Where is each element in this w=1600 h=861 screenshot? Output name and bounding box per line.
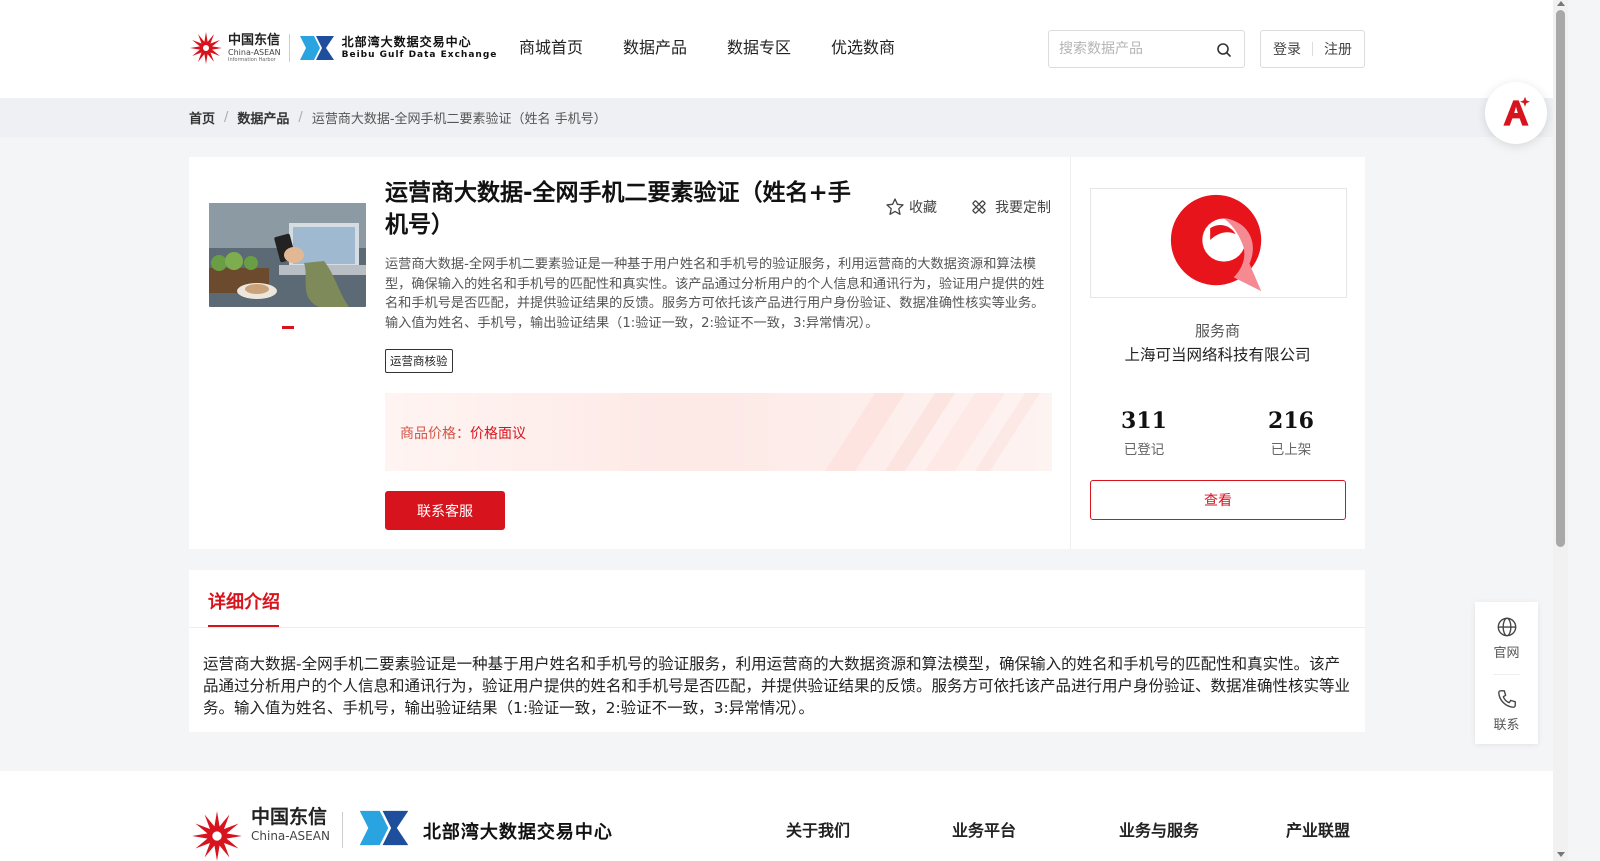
logo-exchange-text: 北部湾大数据交易中心 Beibu Gulf Data Exchange [342, 36, 498, 60]
side-float-panel: 官网 联系 [1475, 602, 1538, 744]
china-asean-logo-icon [188, 30, 224, 66]
stat-registered-value: 311 [1121, 408, 1167, 434]
logo-cn-text: 中国东信 China-ASEAN Information Harbor [228, 34, 281, 63]
provider-brand-icon [1170, 194, 1261, 292]
star-icon [886, 198, 904, 215]
breadcrumb-bar: 首页 / 数据产品 / 运营商大数据-全网手机二要素验证（姓名 手机号） [0, 98, 1553, 137]
footer-cn-sub: China-ASEAN [251, 829, 330, 843]
side-item-contact-label: 联系 [1493, 718, 1520, 733]
breadcrumb-current: 运营商大数据-全网手机二要素验证（姓名 手机号） [311, 112, 607, 127]
login-link[interactable]: 登录 [1273, 39, 1301, 59]
price-row: 商品价格：价格面议 [400, 423, 526, 443]
stat-registered: 311 已登记 [1084, 407, 1204, 458]
footer-link-services[interactable]: 业务与服务 [1119, 817, 1199, 841]
nav-item-data-products[interactable]: 数据产品 [623, 36, 687, 60]
logo-cn-name: 中国东信 [228, 32, 281, 48]
logo-divider [288, 34, 290, 62]
tab-detail-intro[interactable]: 详细介绍 [208, 588, 280, 614]
product-image[interactable] [209, 203, 366, 307]
customize-icon [972, 200, 986, 214]
breadcrumb-data-products[interactable]: 数据产品 [237, 108, 289, 127]
search-icon[interactable] [1216, 42, 1232, 58]
page-scrollbar[interactable] [1553, 0, 1568, 861]
product-tag[interactable]: 运营商核验 [385, 349, 453, 373]
phone-icon [1497, 690, 1516, 708]
logo-cn-sub2: Information Harbor [228, 56, 276, 63]
footer-logo-divider [341, 812, 343, 848]
site-header: 中国东信 China-ASEAN Information Harbor 北部湾大… [0, 0, 1553, 98]
carousel-indicator[interactable] [282, 326, 294, 329]
beibu-gulf-logo-icon [298, 34, 336, 62]
footer-logo-cn: 中国东信 China-ASEAN [251, 806, 330, 843]
breadcrumb-separator: / [298, 110, 303, 125]
footer-exchange-cn: 北部湾大数据交易中心 [422, 822, 613, 843]
search-box [1048, 30, 1245, 68]
view-provider-button[interactable]: 查看 [1090, 480, 1346, 520]
product-description: 运营商大数据-全网手机二要素验证是一种基于用户姓名和手机号的验证服务，利用运营商… [385, 257, 1045, 331]
site-footer: 中国东信 China-ASEAN 北部湾大数据交易中心 关于我们 业务平台 业务… [0, 771, 1553, 861]
logo-exchange-cn: 北部湾大数据交易中心 [341, 35, 472, 49]
product-card: 运营商大数据-全网手机二要素验证（姓名+手机号） 收藏 我要定制 运营商大数据-… [189, 157, 1365, 549]
stat-listed-label: 已上架 [1270, 442, 1312, 458]
footer-cn-name: 中国东信 [251, 806, 328, 828]
price-panel-decoration [825, 393, 1040, 471]
footer-logo[interactable]: 中国东信 China-ASEAN 北部湾大数据交易中心 [189, 808, 613, 861]
price-label: 商品价格： [400, 426, 470, 442]
tab-divider [189, 627, 1365, 628]
contact-service-button[interactable]: 联系客服 [385, 491, 505, 530]
footer-link-about[interactable]: 关于我们 [786, 817, 850, 841]
breadcrumb: 首页 / 数据产品 / 运营商大数据-全网手机二要素验证（姓名 手机号） [189, 108, 607, 127]
provider-label: 服务商 [1194, 322, 1240, 340]
nav-item-data-zone[interactable]: 数据专区 [727, 36, 791, 60]
favorite-button[interactable]: 收藏 [885, 197, 937, 217]
auth-divider [1312, 42, 1313, 56]
price-panel: 商品价格：价格面议 [385, 393, 1052, 471]
customize-label: 我要定制 [995, 200, 1051, 216]
beibu-gulf-logo-icon [359, 810, 409, 846]
globe-icon [1497, 617, 1516, 637]
site-logo[interactable]: 中国东信 China-ASEAN Information Harbor 北部湾大… [188, 28, 497, 68]
nav-item-home[interactable]: 商城首页 [519, 36, 583, 60]
stat-listed: 216 已上架 [1231, 407, 1351, 458]
logo-exchange-en: Beibu Gulf Data Exchange [341, 50, 498, 60]
register-link[interactable]: 注册 [1324, 39, 1352, 59]
nav-item-preferred-merchants[interactable]: 优选数商 [831, 36, 895, 60]
main-nav: 商城首页 数据产品 数据专区 优选数商 [519, 36, 935, 60]
provider-name: 上海可当网络科技有限公司 [1124, 346, 1311, 364]
customize-button[interactable]: 我要定制 [969, 197, 1051, 217]
product-title: 运营商大数据-全网手机二要素验证（姓名+手机号） [385, 180, 851, 238]
provider-logo[interactable] [1090, 188, 1347, 298]
breadcrumb-home[interactable]: 首页 [189, 108, 215, 127]
detail-text: 运营商大数据-全网手机二要素验证是一种基于用户姓名和手机号的验证服务，利用运营商… [203, 655, 1351, 717]
assistant-a-icon [1503, 96, 1530, 126]
side-divider [1493, 674, 1520, 675]
china-asean-logo-icon [192, 811, 242, 861]
side-item-contact[interactable]: 联系 [1475, 688, 1538, 733]
side-item-website-label: 官网 [1493, 646, 1520, 661]
assistant-float-button[interactable] [1485, 82, 1547, 144]
scroll-up-arrow-icon[interactable] [1557, 1, 1565, 6]
logo-cn-sub: China-ASEAN [228, 47, 281, 57]
stat-registered-label: 已登记 [1123, 442, 1165, 458]
price-value: 价格面议 [470, 426, 526, 442]
favorite-label: 收藏 [909, 200, 937, 216]
detail-section: 详细介绍 运营商大数据-全网手机二要素验证是一种基于用户姓名和手机号的验证服务，… [189, 570, 1365, 732]
auth-group: 登录 注册 [1260, 30, 1365, 68]
scroll-down-arrow-icon[interactable] [1557, 852, 1565, 857]
side-item-website[interactable]: 官网 [1475, 616, 1538, 661]
footer-link-alliance[interactable]: 产业联盟 [1286, 817, 1350, 841]
footer-link-platform[interactable]: 业务平台 [952, 817, 1016, 841]
search-input[interactable] [1049, 31, 1209, 67]
breadcrumb-separator: / [224, 110, 229, 125]
stat-listed-value: 216 [1268, 408, 1314, 434]
scrollbar-thumb[interactable] [1556, 10, 1565, 547]
